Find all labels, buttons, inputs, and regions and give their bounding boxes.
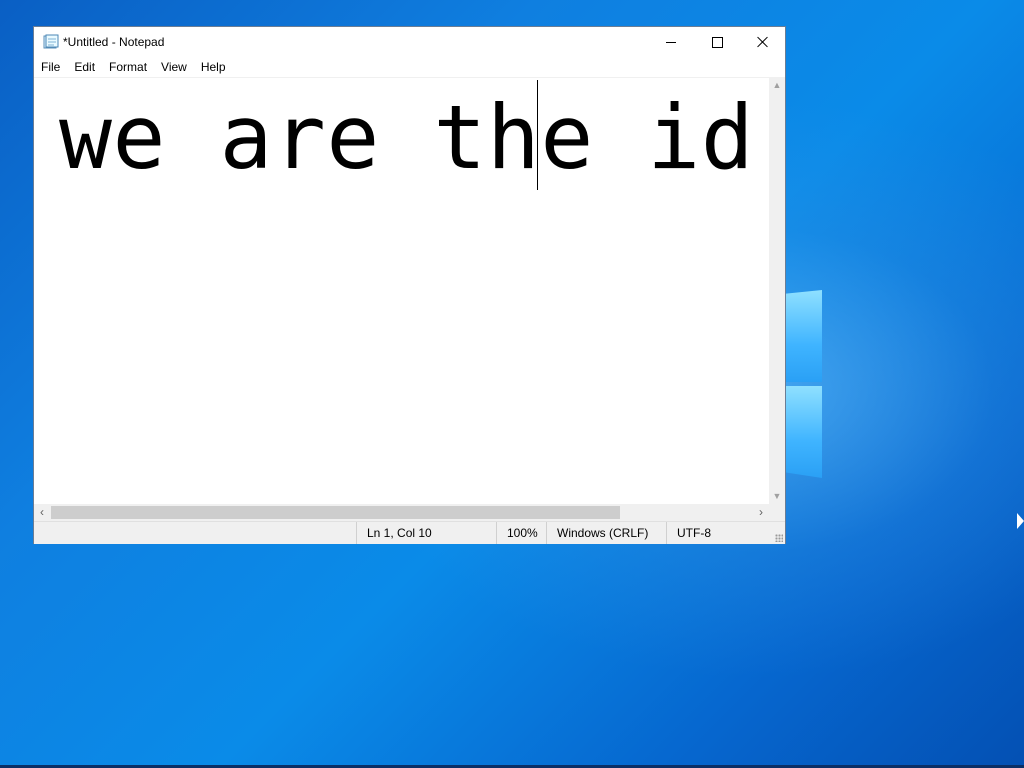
close-icon [757, 36, 769, 48]
status-zoom: 100% [496, 522, 546, 544]
resize-grip-icon[interactable] [775, 534, 783, 542]
scrollbar-corner [769, 504, 785, 521]
menu-help[interactable]: Help [194, 57, 233, 77]
window-title: *Untitled - Notepad [63, 35, 165, 49]
status-bar: Ln 1, Col 10 100% Windows (CRLF) UTF-8 [34, 521, 785, 544]
vertical-scrollbar[interactable]: ▲ ▼ [769, 77, 785, 504]
text-caret [537, 80, 538, 190]
editor-text: we are the id [59, 86, 755, 189]
menu-bar: File Edit Format View Help [34, 57, 785, 77]
close-button[interactable] [740, 27, 786, 57]
windows-logo [786, 290, 822, 480]
menu-edit[interactable]: Edit [67, 57, 102, 77]
scroll-up-icon[interactable]: ▲ [769, 77, 785, 93]
text-editor[interactable]: we are the id [34, 77, 769, 505]
horizontal-scrollbar[interactable]: ‹ › [34, 504, 769, 521]
minimize-button[interactable] [648, 27, 694, 57]
scroll-right-icon[interactable]: › [753, 504, 769, 521]
maximize-icon [711, 36, 723, 48]
title-bar[interactable]: *Untitled - Notepad [34, 27, 785, 57]
status-line-ending: Windows (CRLF) [546, 522, 666, 544]
minimize-icon [666, 41, 676, 43]
mouse-pointer-icon [1017, 513, 1024, 529]
maximize-button[interactable] [694, 27, 740, 57]
scroll-down-icon[interactable]: ▼ [769, 488, 785, 504]
notepad-window[interactable]: *Untitled - Notepad File Edit Format Vie… [33, 26, 786, 544]
horizontal-scroll-thumb[interactable] [51, 506, 620, 519]
status-encoding: UTF-8 [666, 522, 776, 544]
notepad-icon [43, 34, 59, 49]
menu-format[interactable]: Format [102, 57, 154, 77]
scroll-left-icon[interactable]: ‹ [34, 504, 50, 521]
menu-file[interactable]: File [34, 57, 67, 77]
menu-view[interactable]: View [154, 57, 194, 77]
status-position: Ln 1, Col 10 [356, 522, 496, 544]
